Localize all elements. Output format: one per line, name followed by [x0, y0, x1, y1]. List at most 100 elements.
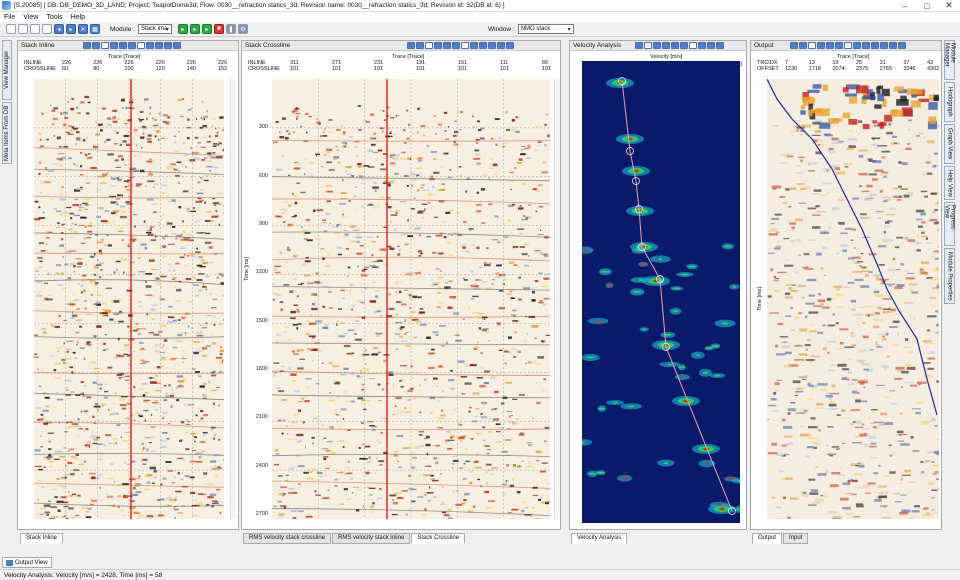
gather-sample: [915, 401, 922, 404]
pick-icon[interactable]: [835, 42, 843, 49]
grid-icon[interactable]: [844, 42, 852, 49]
pause-icon[interactable]: ❚: [225, 24, 236, 34]
export-icon[interactable]: [488, 42, 496, 49]
color-icon[interactable]: [671, 42, 679, 49]
seismic-sample: [473, 158, 481, 160]
grid-icon[interactable]: [461, 42, 469, 49]
print-icon[interactable]: [42, 24, 52, 34]
close-button[interactable]: ✕: [938, 0, 960, 11]
window-select[interactable]: NMO stack: [517, 24, 574, 34]
pick-icon[interactable]: [452, 42, 460, 49]
new-icon[interactable]: [6, 24, 16, 34]
menu-help[interactable]: Help: [71, 14, 85, 21]
seismic-sample: [286, 433, 289, 435]
select-icon[interactable]: [817, 42, 825, 49]
progress-view-tab[interactable]: Progress View: [944, 202, 956, 246]
tab-rms-velocity-stack-inline[interactable]: RMS velocity stack inline: [332, 533, 411, 544]
open-icon[interactable]: [18, 24, 28, 34]
zoom-icon[interactable]: [83, 42, 91, 49]
scale-icon[interactable]: [862, 42, 870, 49]
output-view-tab[interactable]: Output View: [2, 557, 52, 568]
fit-icon[interactable]: [101, 42, 109, 49]
refresh-icon[interactable]: [707, 42, 715, 49]
grid-icon[interactable]: [137, 42, 145, 49]
select-icon[interactable]: [110, 42, 118, 49]
seismic-sample: [438, 252, 444, 255]
options-icon[interactable]: [716, 42, 724, 49]
scale-icon[interactable]: [680, 42, 688, 49]
menu-view[interactable]: View: [23, 14, 38, 21]
run-step-icon[interactable]: ▸: [201, 24, 212, 34]
export-icon[interactable]: [164, 42, 172, 49]
more-icon[interactable]: [898, 42, 906, 49]
color-icon[interactable]: [470, 42, 478, 49]
tab-velocity-analysis[interactable]: Velocity Analysis: [571, 533, 628, 544]
stack-crossline-seismic[interactable]: [272, 79, 550, 519]
tab-stack-inline[interactable]: Stack Inline: [20, 533, 64, 544]
pan-icon[interactable]: [92, 42, 100, 49]
fit-icon[interactable]: [425, 42, 433, 49]
ruler-icon[interactable]: [119, 42, 127, 49]
zoom-icon[interactable]: [635, 42, 643, 49]
meta-items-tab[interactable]: Meta Items From DB: [2, 102, 12, 164]
hodograph-tab[interactable]: Hodograph: [944, 82, 955, 122]
seismic-sample: [428, 352, 435, 355]
options-icon[interactable]: [506, 42, 514, 49]
tab-input[interactable]: Input: [783, 533, 809, 544]
layout-icon[interactable]: ▦: [90, 24, 100, 34]
export-icon[interactable]: [871, 42, 879, 49]
stack-inline-scrollbar[interactable]: [230, 79, 236, 519]
module-manager-tab[interactable]: Module Manager: [944, 40, 956, 80]
run-icon[interactable]: ▸: [177, 24, 188, 34]
refresh-icon[interactable]: [497, 42, 505, 49]
module-properties-tab[interactable]: Module Properties: [944, 248, 955, 304]
close-view-icon[interactable]: ✕: [78, 24, 88, 34]
stack-inline-seismic[interactable]: [34, 79, 224, 519]
minimize-button[interactable]: –: [894, 1, 916, 11]
menu-tools[interactable]: Tools: [46, 14, 62, 21]
menu-file[interactable]: File: [4, 14, 15, 21]
refresh-icon[interactable]: [880, 42, 888, 49]
options-icon[interactable]: [889, 42, 897, 49]
color-icon[interactable]: [146, 42, 154, 49]
zoom-icon[interactable]: [407, 42, 415, 49]
graph-view-tab[interactable]: Graph View: [944, 124, 955, 164]
settings-icon[interactable]: ⚙: [237, 24, 248, 34]
scale-icon[interactable]: [155, 42, 163, 49]
scale-icon[interactable]: [479, 42, 487, 49]
tab-output[interactable]: Output: [752, 533, 783, 544]
fit-icon[interactable]: [644, 42, 652, 49]
grid-icon[interactable]: [689, 42, 697, 49]
color-icon[interactable]: [853, 42, 861, 49]
seismic-sample: [187, 118, 190, 121]
pan-icon[interactable]: [799, 42, 807, 49]
back-icon[interactable]: ◂: [54, 24, 64, 34]
zoom-icon[interactable]: [790, 42, 798, 49]
pick-icon[interactable]: [662, 42, 670, 49]
forward-icon[interactable]: ▸: [66, 24, 76, 34]
refresh-icon[interactable]: [173, 42, 181, 49]
save-icon[interactable]: [30, 24, 40, 34]
export-icon[interactable]: [698, 42, 706, 49]
tab-stack-crossline[interactable]: Stack Crossline: [411, 533, 466, 544]
stack-crossline-scrollbar[interactable]: [554, 79, 560, 519]
select-icon[interactable]: [434, 42, 442, 49]
seismic-sample: [184, 265, 187, 267]
view-manager-tab[interactable]: View Manager: [2, 40, 12, 100]
output-gather[interactable]: [767, 79, 939, 519]
pick-icon[interactable]: [128, 42, 136, 49]
ruler-icon[interactable]: [443, 42, 451, 49]
pan-icon[interactable]: [416, 42, 424, 49]
ruler-icon[interactable]: [826, 42, 834, 49]
select-icon[interactable]: [653, 42, 661, 49]
help-view-tab[interactable]: Help View: [944, 166, 955, 200]
fit-icon[interactable]: [808, 42, 816, 49]
gather-sample: [837, 199, 844, 201]
run-all-icon[interactable]: ▸: [189, 24, 200, 34]
tab-rms-velocity-stack-crossline[interactable]: RMS velocity stack crossline: [243, 533, 332, 544]
maximize-button[interactable]: □: [916, 1, 938, 11]
module-select[interactable]: Stack ima: [137, 24, 172, 34]
stop-icon[interactable]: ■: [213, 24, 224, 34]
gather-sample: [807, 382, 811, 386]
velocity-semblance[interactable]: [582, 61, 740, 523]
